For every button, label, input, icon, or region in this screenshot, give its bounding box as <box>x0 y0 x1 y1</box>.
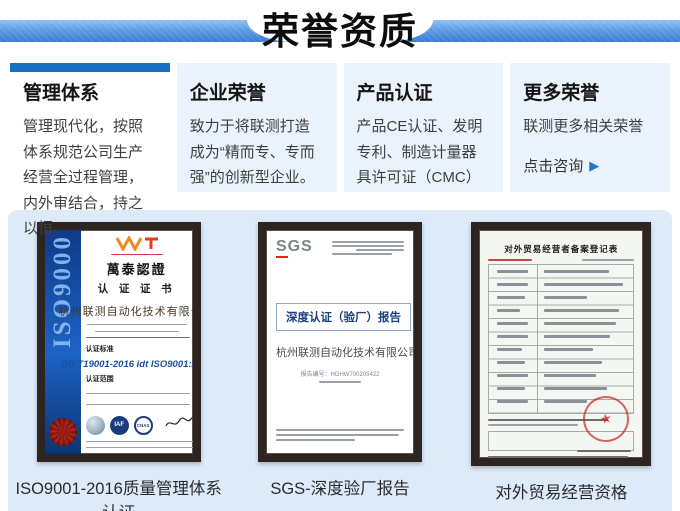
fineprint-line <box>488 259 532 261</box>
sgs-report-image: SGS 深度认证（验厂）报告 杭州联测自动化技术有限公司 <box>258 222 422 462</box>
play-arrow-icon: ▶ <box>589 159 599 172</box>
cnas-logo-icon: CNAS <box>134 416 153 435</box>
iso-standard-label: 认证标准 <box>86 344 114 354</box>
consult-link[interactable]: 点击咨询 ▶ <box>523 155 657 176</box>
red-seal-icon <box>49 418 77 446</box>
sgs-logo-accent <box>276 256 288 258</box>
signature-icon <box>164 416 198 435</box>
certificates-panel: ISO9000 萬泰認證 认 证 证 书 杭州联测自 <box>8 210 672 511</box>
sgs-logo: SGS <box>276 239 313 255</box>
tab-title: 产品认证 <box>357 78 491 105</box>
certificate-row: ISO9000 萬泰認證 认 证 证 书 杭州联测自 <box>8 210 672 511</box>
iso-standard-text: GB/T19001-2016 idt ISO9001:2015 <box>61 359 201 370</box>
iso-side-label: ISO9000 <box>49 234 77 348</box>
tab-row: 管理体系 管理现代化，按照体系规范公司生产经营全过程管理，内外审结合，持之以恒。… <box>10 63 670 192</box>
foreign-trade-form-image: 对外贸易经营者备案登记表 <box>471 222 651 466</box>
tab-management-system[interactable]: 管理体系 管理现代化，按照体系规范公司生产经营全过程管理，内外审结合，持之以恒。 <box>10 63 170 192</box>
iso-scope-label: 认证范围 <box>86 374 114 384</box>
sgs-company-name: 杭州联测自动化技术有限公司 <box>276 344 404 360</box>
certificate-caption: 对外贸易经营资格 <box>495 479 627 503</box>
tab-body: 产品CE认证、发明专利、制造计量器具许可证（CMC） <box>357 114 491 191</box>
iso-brand: 萬泰認證 <box>107 259 167 278</box>
fineprint-line <box>319 381 361 383</box>
tab-title: 管理体系 <box>23 78 157 105</box>
iso-company-name: 杭州联测自动化技术有限公司 <box>59 303 201 319</box>
ftr-form-table <box>488 264 634 414</box>
tab-body: 联测更多相关荣誉 <box>523 114 657 140</box>
certificate-caption: SGS-深度验厂报告 <box>270 475 409 499</box>
tab-body: 管理现代化，按照体系规范公司生产经营全过程管理，内外审结合，持之以恒。 <box>23 114 157 242</box>
fineprint-line <box>488 456 628 458</box>
sgs-address-block <box>332 239 404 258</box>
wit-globe-logo-icon <box>86 416 105 435</box>
ftr-form-title: 对外贸易经营者备案登记表 <box>488 243 634 255</box>
tab-title: 企业荣誉 <box>190 78 324 105</box>
certificate-caption: ISO9001-2016质量管理体系认证 <box>8 475 229 511</box>
sgs-report-number: 报告编号：HGHW700205422 <box>276 369 404 378</box>
certificate-cell-iso: ISO9000 萬泰認證 认 证 证 书 杭州联测自 <box>8 222 229 511</box>
honors-section: 荣誉资质 管理体系 管理现代化，按照体系规范公司生产经营全过程管理，内外审结合，… <box>0 0 680 511</box>
fineprint-line <box>577 450 631 453</box>
sgs-report-title: 深度认证（验厂）报告 <box>276 303 411 331</box>
page-title: 荣誉资质 <box>0 1 680 55</box>
iso-certificate-image: ISO9000 萬泰認證 认 证 证 书 杭州联测自 <box>37 222 201 462</box>
certificate-cell-sgs: SGS 深度认证（验厂）报告 杭州联测自动化技术有限公司 <box>229 222 450 511</box>
iso-side-band: ISO9000 <box>45 230 81 454</box>
consult-link-label: 点击咨询 <box>523 155 583 176</box>
tab-corporate-honors[interactable]: 企业荣誉 致力于将联测打造成为“精而专、专而强”的创新型企业。 <box>177 63 337 192</box>
fineprint-line <box>488 424 578 426</box>
tab-title: 更多荣誉 <box>523 78 657 105</box>
certificate-cell-foreign-trade: 对外贸易经营者备案登记表 <box>451 222 672 511</box>
iaf-logo-icon: IAF <box>110 416 129 435</box>
iso-doc-title: 认 证 证 书 <box>98 281 176 296</box>
tab-body: 致力于将联测打造成为“精而专、专而强”的创新型企业。 <box>190 114 324 191</box>
fineprint-line <box>582 259 634 261</box>
tab-product-certification[interactable]: 产品认证 产品CE认证、发明专利、制造计量器具许可证（CMC） <box>344 63 504 192</box>
tab-more-honors[interactable]: 更多荣誉 联测更多相关荣誉 点击咨询 ▶ <box>510 63 670 192</box>
sgs-footnotes <box>276 426 404 444</box>
